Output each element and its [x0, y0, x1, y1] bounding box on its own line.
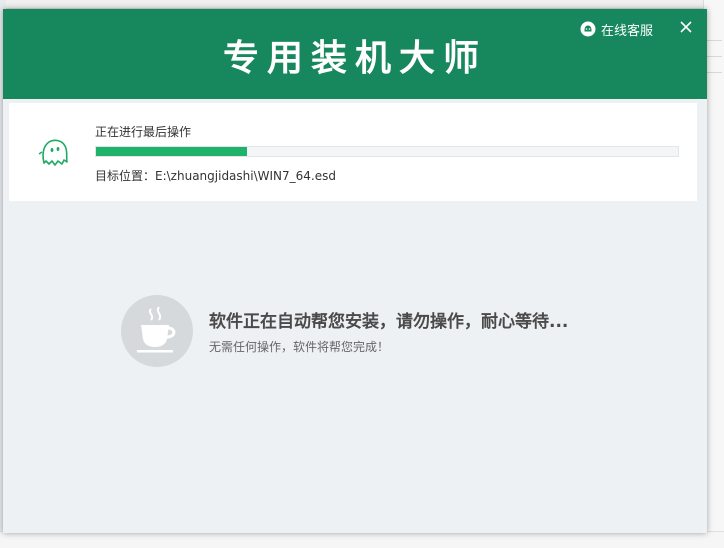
- target-label: 目标位置：: [95, 169, 156, 183]
- title-bar: 专用装机大师 在线客服: [3, 9, 707, 99]
- installer-window: 专用装机大师 在线客服 正在进行最后操作 目标位置：E:\zhuangjidas…: [3, 9, 707, 533]
- progress-status: 正在进行最后操作: [95, 125, 192, 139]
- target-path: E:\zhuangjidashi\WIN7_64.esd: [155, 169, 336, 183]
- waiting-message: 软件正在自动帮您安装，请勿操作，耐心等待...: [209, 312, 569, 332]
- progress-bar-fill: [96, 147, 248, 156]
- background-window-strip: [0, 0, 724, 9]
- waiting-subtext: 无需任何操作，软件将帮您完成！: [209, 340, 390, 354]
- chat-bubble-icon: [580, 21, 596, 37]
- background-window-footer: [0, 531, 724, 548]
- ghost-icon: [38, 139, 68, 166]
- coffee-cup-icon: [121, 295, 193, 367]
- online-service-button[interactable]: 在线客服: [580, 19, 653, 39]
- progress-bar: [95, 146, 679, 157]
- close-icon[interactable]: [678, 19, 694, 35]
- target-location: 目标位置：E:\zhuangjidashi\WIN7_64.esd: [95, 167, 336, 184]
- waiting-panel: 软件正在自动帮您安装，请勿操作，耐心等待... 无需任何操作，软件将帮您完成！: [121, 295, 681, 367]
- progress-card: 正在进行最后操作 目标位置：E:\zhuangjidashi\WIN7_64.e…: [9, 103, 697, 201]
- online-service-label: 在线客服: [601, 23, 654, 39]
